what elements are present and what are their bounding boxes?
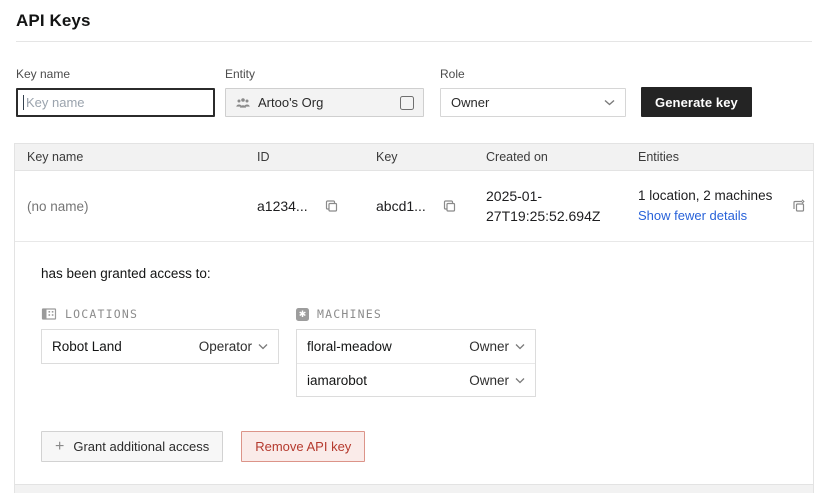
chevron-down-icon bbox=[258, 343, 268, 350]
col-header-key: Key bbox=[364, 150, 474, 164]
cell-key-name: (no name) bbox=[15, 199, 245, 214]
col-header-created-on: Created on bbox=[474, 150, 626, 164]
chevron-down-icon bbox=[515, 377, 525, 384]
api-keys-page: API Keys Key name Entity bbox=[0, 0, 828, 493]
col-header-key-name: Key name bbox=[15, 150, 245, 164]
key-name-input[interactable] bbox=[16, 88, 215, 117]
id-value: a1234... bbox=[257, 198, 308, 214]
cell-created-on: 2025-01-27T19:25:52.694Z bbox=[474, 186, 626, 227]
copy-id-button[interactable] bbox=[322, 197, 341, 216]
col-header-id: ID bbox=[245, 150, 364, 164]
location-icon bbox=[41, 307, 57, 321]
cell-id: a1234... bbox=[245, 197, 364, 216]
table-row: (no name) a1234... abcd1... bbox=[15, 171, 813, 242]
role-select[interactable]: Owner bbox=[440, 88, 626, 117]
location-name: Robot Land bbox=[52, 339, 122, 354]
duplicate-icon bbox=[791, 198, 807, 214]
granted-access-text: has been granted access to: bbox=[41, 266, 787, 281]
key-name-field-group: Key name bbox=[16, 67, 215, 117]
entity-field-group: Entity Artoo's Org bbox=[225, 67, 424, 117]
key-details-panel: has been granted access to: bbox=[14, 242, 814, 485]
machine-role-select[interactable]: Owner bbox=[469, 339, 525, 354]
entity-label: Entity bbox=[225, 67, 424, 81]
next-table-header-strip bbox=[14, 485, 814, 493]
cell-row-actions bbox=[784, 196, 813, 216]
plus-icon: + bbox=[55, 439, 64, 455]
create-key-form: Key name Entity Ar bbox=[16, 67, 812, 117]
entity-selected-value: Artoo's Org bbox=[258, 95, 393, 110]
remove-api-key-button[interactable]: Remove API key bbox=[241, 431, 365, 462]
copy-icon bbox=[324, 199, 339, 214]
machine-role-value: Owner bbox=[469, 339, 509, 354]
chevron-down-icon bbox=[604, 99, 615, 106]
machines-list: floral-meadow Owner iamarobot Owner bbox=[296, 329, 536, 397]
copy-icon bbox=[442, 199, 457, 214]
machine-role-value: Owner bbox=[469, 373, 509, 388]
entities-summary: 1 location, 2 machines bbox=[638, 188, 772, 203]
title-divider bbox=[16, 41, 812, 42]
text-caret bbox=[23, 95, 24, 110]
organization-icon bbox=[235, 97, 251, 109]
role-label: Role bbox=[440, 67, 626, 81]
machine-row: floral-meadow Owner bbox=[297, 330, 535, 363]
generate-key-button[interactable]: Generate key bbox=[641, 87, 752, 117]
machine-name: floral-meadow bbox=[307, 339, 392, 354]
duplicate-key-button[interactable] bbox=[789, 196, 809, 216]
role-field-group: Role Owner bbox=[440, 67, 626, 117]
page-title: API Keys bbox=[0, 0, 828, 31]
cell-key: abcd1... bbox=[364, 197, 474, 216]
entity-square-icon bbox=[400, 96, 414, 110]
locations-section: LOCATIONS Robot Land Operator bbox=[41, 307, 279, 397]
machine-role-select[interactable]: Owner bbox=[469, 373, 525, 388]
chevron-down-icon bbox=[515, 343, 525, 350]
cell-entities: 1 location, 2 machines Show fewer detail… bbox=[626, 186, 784, 225]
machines-section-label: MACHINES bbox=[317, 307, 382, 321]
location-role-value: Operator bbox=[199, 339, 252, 354]
copy-key-button[interactable] bbox=[440, 197, 459, 216]
key-name-label: Key name bbox=[16, 67, 215, 81]
api-keys-table: Key name ID Key Created on Entities (no … bbox=[14, 143, 814, 242]
locations-section-label: LOCATIONS bbox=[65, 307, 138, 321]
grant-button-label: Grant additional access bbox=[73, 439, 209, 454]
grant-additional-access-button[interactable]: + Grant additional access bbox=[41, 431, 223, 462]
entity-select[interactable]: Artoo's Org bbox=[225, 88, 424, 117]
machine-name: iamarobot bbox=[307, 373, 367, 388]
machines-section: ✱ MACHINES floral-meadow Owner bbox=[296, 307, 536, 397]
location-role-select[interactable]: Operator bbox=[199, 339, 268, 354]
col-header-entities: Entities bbox=[626, 150, 784, 164]
show-fewer-details-link[interactable]: Show fewer details bbox=[638, 207, 747, 226]
machine-icon: ✱ bbox=[296, 308, 309, 321]
role-selected-value: Owner bbox=[451, 95, 489, 110]
location-row: Robot Land Operator bbox=[42, 330, 278, 363]
table-header-row: Key name ID Key Created on Entities bbox=[15, 144, 813, 171]
key-value: abcd1... bbox=[376, 198, 426, 214]
machine-row: iamarobot Owner bbox=[297, 363, 535, 396]
locations-list: Robot Land Operator bbox=[41, 329, 279, 364]
